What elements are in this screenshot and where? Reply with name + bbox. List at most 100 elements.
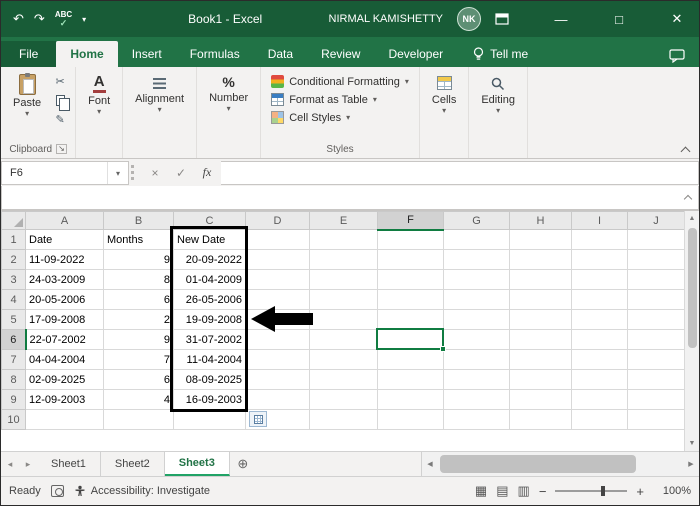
cell-c8[interactable]: 08-09-2025: [173, 369, 246, 390]
cell-a1[interactable]: Date: [25, 229, 104, 250]
cell-a2[interactable]: 11-09-2022: [25, 249, 104, 270]
cell-a7[interactable]: 04-04-2004: [25, 349, 104, 370]
column-header-f[interactable]: F: [377, 211, 444, 231]
new-sheet-button[interactable]: ⊕: [230, 452, 256, 476]
ribbon-display-options-icon[interactable]: [495, 13, 525, 25]
select-all-corner[interactable]: [1, 211, 26, 230]
normal-view-icon[interactable]: ▦: [475, 483, 487, 499]
font-button[interactable]: A Font ▾: [82, 71, 116, 118]
cell-c10[interactable]: [173, 409, 246, 430]
column-header-c[interactable]: C: [173, 211, 246, 230]
cell-a4[interactable]: 20-05-2006: [25, 289, 104, 310]
cells-button[interactable]: Cells ▾: [426, 71, 462, 117]
column-header-d[interactable]: D: [245, 211, 310, 230]
row-header[interactable]: 10: [1, 409, 26, 430]
column-header-h[interactable]: H: [509, 211, 572, 230]
avatar[interactable]: NK: [457, 7, 481, 31]
sheet-tab-sheet1[interactable]: Sheet1: [37, 452, 101, 476]
cell-b6[interactable]: 9: [103, 329, 174, 350]
sheet-tab-sheet2[interactable]: Sheet2: [101, 452, 165, 476]
comments-icon[interactable]: [669, 49, 685, 63]
collapse-formula-bar-icon[interactable]: [680, 190, 696, 206]
spelling-icon[interactable]: ABC ✓: [55, 11, 72, 28]
collapse-ribbon-icon[interactable]: [681, 145, 689, 153]
number-button[interactable]: % Number ▾: [203, 71, 254, 115]
row-header[interactable]: 2: [1, 249, 26, 270]
conditional-formatting-button[interactable]: Conditional Formatting ▾: [267, 73, 413, 90]
enter-entry-icon[interactable]: ✓: [169, 162, 193, 184]
paste-options-icon[interactable]: [249, 411, 267, 427]
column-header-b[interactable]: B: [103, 211, 174, 230]
cell-b8[interactable]: 6: [103, 369, 174, 390]
row-header[interactable]: 1: [1, 229, 26, 250]
cell-b7[interactable]: 7: [103, 349, 174, 370]
zoom-out-icon[interactable]: −: [539, 484, 547, 499]
formula-input[interactable]: [221, 161, 699, 185]
cell-b4[interactable]: 6: [103, 289, 174, 310]
alignment-button[interactable]: Alignment ▾: [129, 71, 190, 116]
format-painter-icon[interactable]: ✎: [51, 111, 69, 127]
tab-developer[interactable]: Developer: [374, 41, 457, 67]
row-header[interactable]: 5: [1, 309, 26, 330]
formula-input-expanded[interactable]: [1, 186, 699, 210]
tab-review[interactable]: Review: [307, 41, 374, 67]
cell-b9[interactable]: 4: [103, 389, 174, 410]
scroll-left-icon[interactable]: ◀: [422, 452, 438, 476]
row-header[interactable]: 4: [1, 289, 26, 310]
sheet-tab-sheet3[interactable]: Sheet3: [164, 452, 230, 476]
tab-formulas[interactable]: Formulas: [176, 41, 254, 67]
maximize-button[interactable]: □: [597, 1, 641, 37]
cut-icon[interactable]: ✂: [51, 73, 69, 89]
zoom-in-icon[interactable]: +: [636, 484, 644, 499]
vertical-scrollbar-thumb[interactable]: [687, 228, 697, 348]
macro-record-icon[interactable]: [50, 485, 64, 497]
column-header-a[interactable]: A: [25, 211, 104, 230]
column-header-i[interactable]: I: [571, 211, 628, 230]
editing-button[interactable]: Editing ▾: [475, 71, 521, 117]
vertical-scrollbar[interactable]: ▲ ▼: [684, 211, 699, 451]
row-header[interactable]: 8: [1, 369, 26, 390]
zoom-level[interactable]: 100%: [653, 485, 691, 497]
cell-c5[interactable]: 19-09-2008: [173, 309, 246, 330]
scroll-down-icon[interactable]: ▼: [685, 436, 700, 451]
row-header[interactable]: 6: [1, 329, 27, 350]
page-layout-view-icon[interactable]: ▤: [496, 483, 508, 499]
column-header-e[interactable]: E: [309, 211, 378, 230]
sheet-nav-right-icon[interactable]: ▸: [19, 452, 37, 476]
cell-a5[interactable]: 17-09-2008: [25, 309, 104, 330]
cell-b2[interactable]: 9: [103, 249, 174, 270]
minimize-button[interactable]: —: [539, 1, 583, 37]
format-as-table-button[interactable]: Format as Table ▾: [267, 91, 381, 108]
cell-a10[interactable]: [25, 409, 104, 430]
page-break-view-icon[interactable]: ▥: [518, 483, 530, 499]
sheet-nav-left-icon[interactable]: ◂: [1, 452, 19, 476]
tab-insert[interactable]: Insert: [118, 41, 176, 67]
row-header[interactable]: 9: [1, 389, 26, 410]
selected-cell-outline-f6[interactable]: [376, 328, 446, 352]
column-header-g[interactable]: G: [443, 211, 510, 230]
cell-c6[interactable]: 31-07-2002: [173, 329, 246, 350]
zoom-slider-thumb[interactable]: [601, 486, 606, 496]
paste-button[interactable]: Paste ▾: [7, 71, 47, 120]
horizontal-scrollbar-thumb[interactable]: [440, 455, 636, 473]
row-header[interactable]: 7: [1, 349, 26, 370]
cell-c1[interactable]: New Date: [173, 229, 246, 250]
scroll-up-icon[interactable]: ▲: [685, 211, 700, 226]
cell-c2[interactable]: 20-09-2022: [173, 249, 246, 270]
zoom-slider[interactable]: [555, 486, 628, 496]
name-box[interactable]: F6 ▾: [1, 161, 129, 185]
tell-me-box[interactable]: Tell me: [463, 41, 538, 67]
cell-c3[interactable]: 01-04-2009: [173, 269, 246, 290]
undo-icon[interactable]: ↶: [13, 11, 24, 27]
cell-a9[interactable]: 12-09-2003: [25, 389, 104, 410]
cell-c9[interactable]: 16-09-2003: [173, 389, 246, 410]
dialog-launcher-icon[interactable]: ↘: [56, 144, 67, 154]
user-name[interactable]: NIRMAL KAMISHETTY: [329, 13, 444, 25]
formula-bar-drag-handle[interactable]: [131, 165, 139, 180]
chevron-down-icon[interactable]: ▾: [106, 162, 128, 184]
cancel-entry-icon[interactable]: ×: [143, 162, 167, 184]
row-header[interactable]: 3: [1, 269, 26, 290]
horizontal-scrollbar[interactable]: ◀ ▶: [421, 452, 699, 476]
tab-data[interactable]: Data: [254, 41, 307, 67]
column-header-j[interactable]: J: [627, 211, 685, 230]
